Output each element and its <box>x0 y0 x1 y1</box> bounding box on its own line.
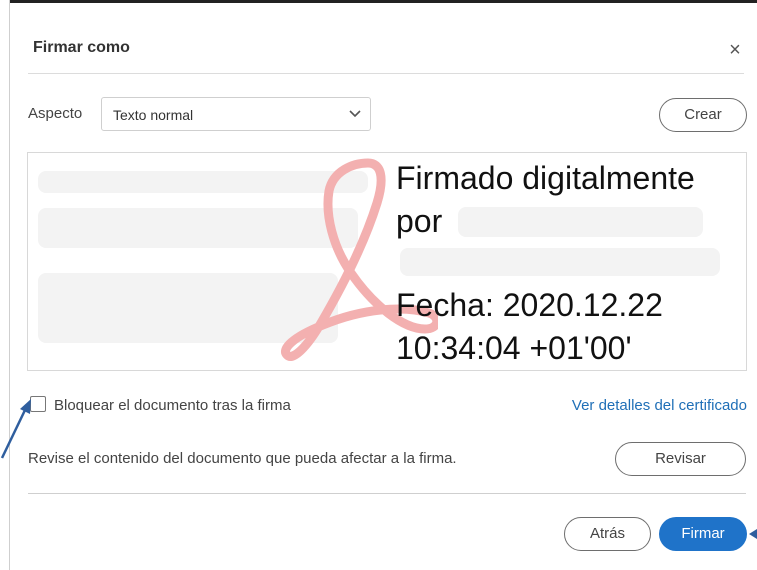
annotation-arrow-icon <box>0 399 31 459</box>
footer-divider <box>28 493 746 494</box>
sign-dialog: Firmar como × Aspecto Texto normal Crear… <box>10 10 757 570</box>
certificate-details-link[interactable]: Ver detalles del certificado <box>572 397 747 414</box>
lock-document-label: Bloquear el documento tras la firma <box>54 397 291 414</box>
signature-line: por <box>396 203 443 239</box>
signature-line: Fecha: 2020.12.22 <box>396 287 663 323</box>
redacted-signer-name <box>400 248 720 276</box>
appearance-label: Aspecto <box>28 105 83 122</box>
window-left-border <box>0 0 10 570</box>
annotation-arrow-icon <box>749 529 757 539</box>
window-top-border <box>0 0 757 10</box>
close-icon[interactable]: × <box>725 40 745 60</box>
signature-line: Firmado digitalmente <box>396 160 695 196</box>
create-button[interactable]: Crear <box>659 98 747 132</box>
review-button[interactable]: Revisar <box>615 442 746 476</box>
signature-line: 10:34:04 +01'00' <box>396 330 632 366</box>
appearance-selected-value: Texto normal <box>113 107 194 123</box>
signature-preview: Firmado digitalmente por Fecha: 2020.12.… <box>27 152 747 371</box>
chevron-down-icon <box>349 110 361 118</box>
dialog-title: Firmar como <box>33 39 130 56</box>
sign-button[interactable]: Firmar <box>659 517 747 551</box>
appearance-select[interactable]: Texto normal <box>101 97 371 131</box>
redacted-signer-name <box>458 207 703 237</box>
back-button[interactable]: Atrás <box>564 517 651 551</box>
review-message: Revise el contenido del documento que pu… <box>28 450 457 467</box>
header-divider <box>28 73 744 74</box>
